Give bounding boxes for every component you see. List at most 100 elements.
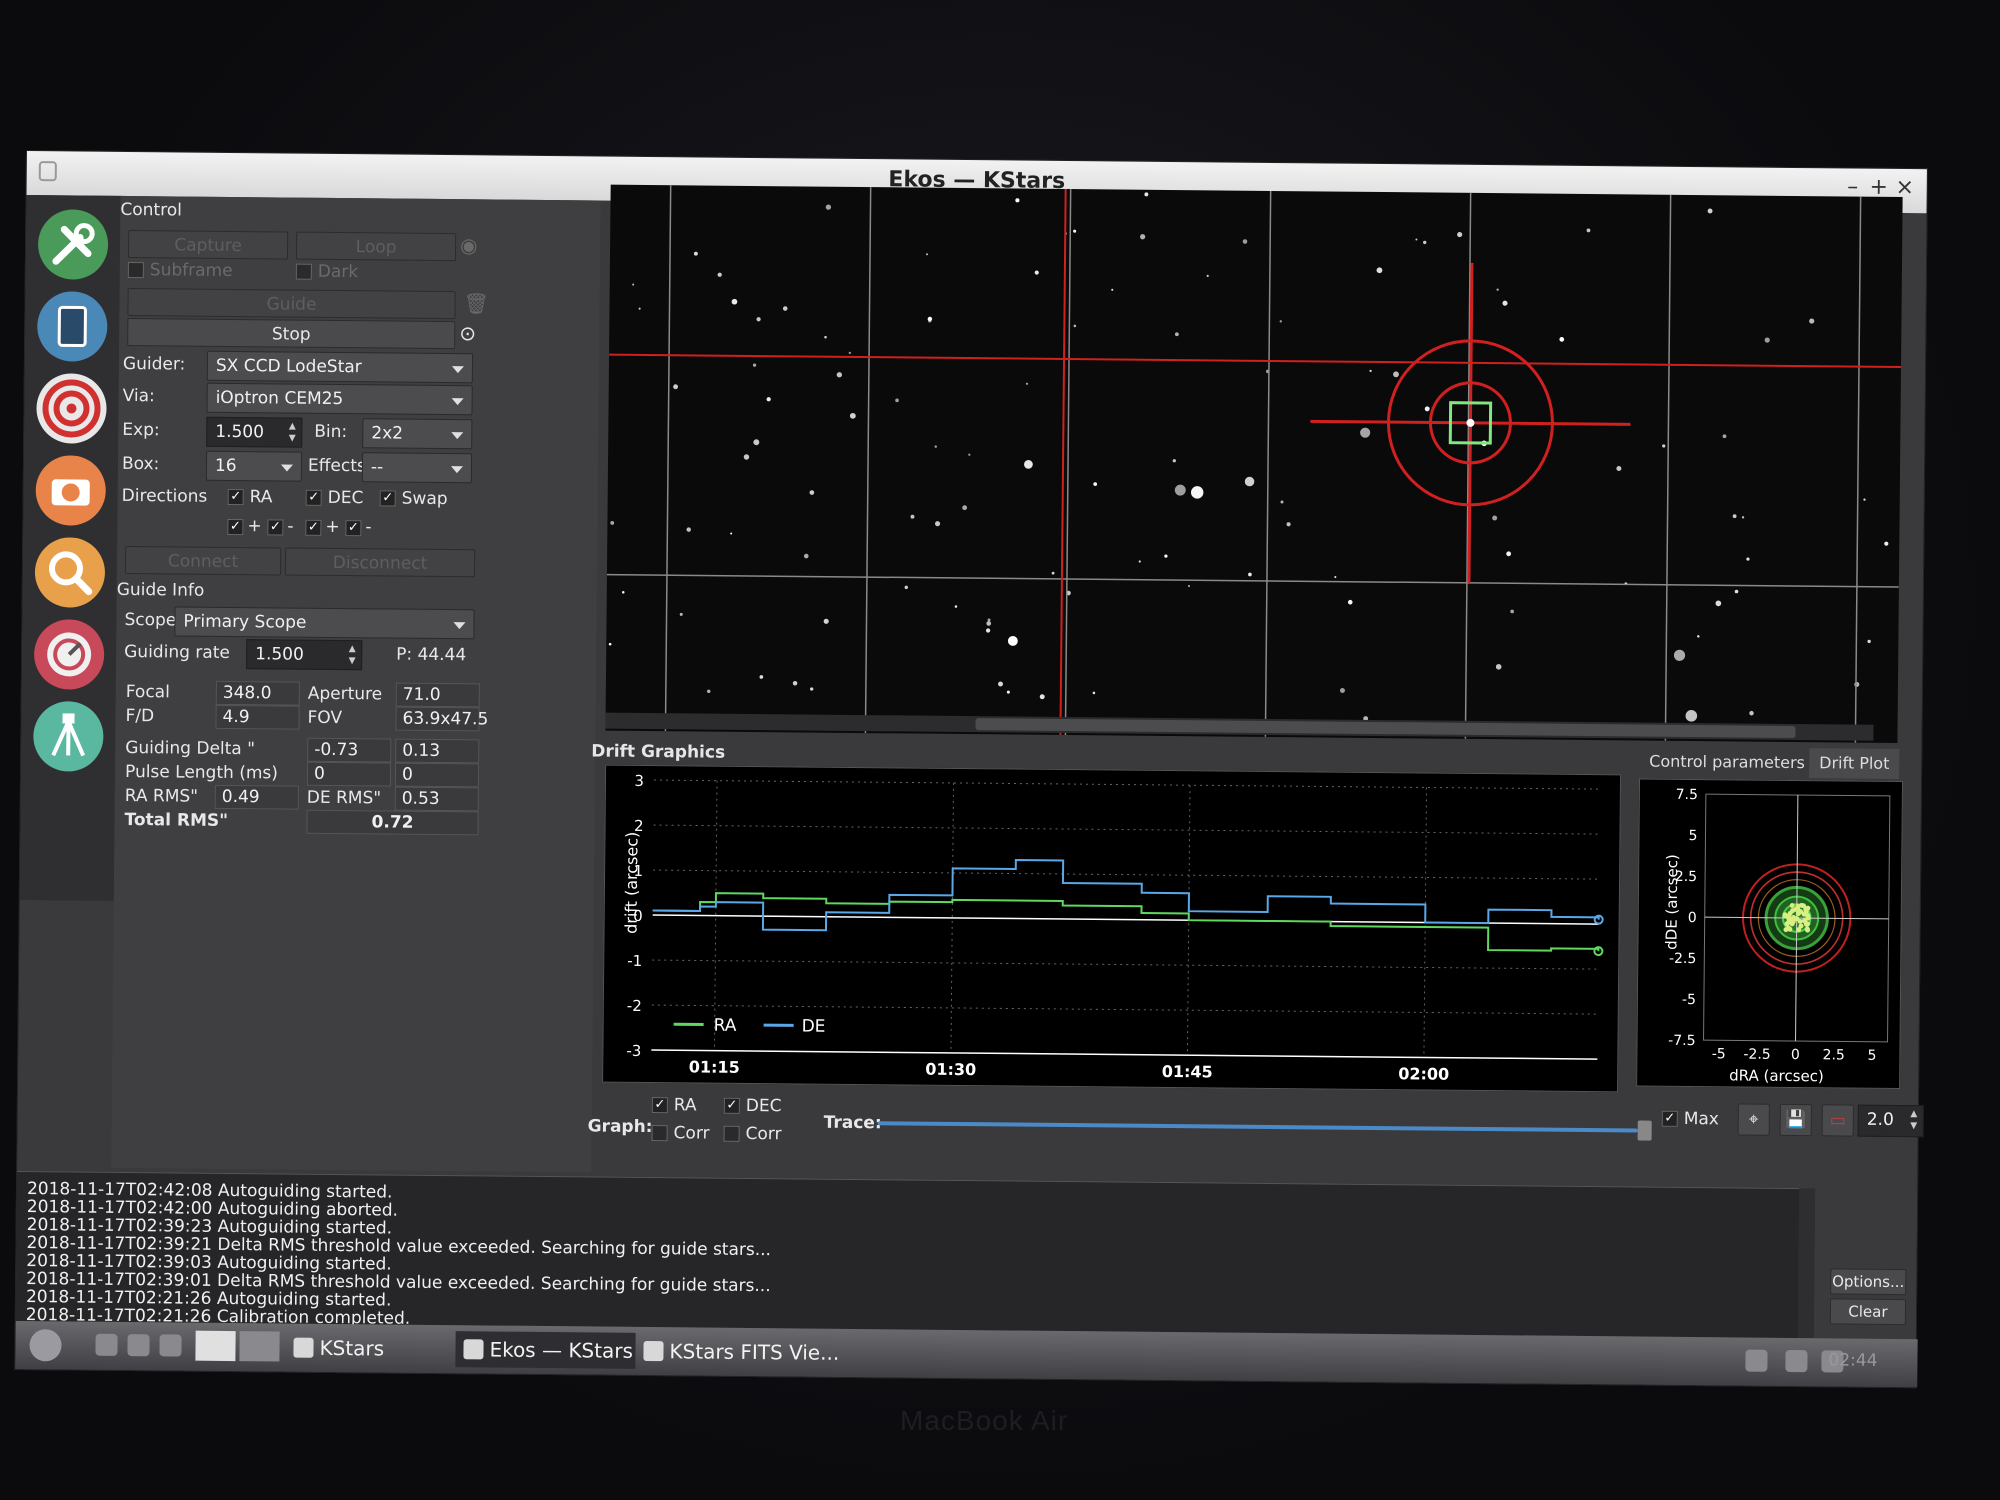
graph-ra-checkbox[interactable]: ✓ bbox=[651, 1097, 668, 1114]
guide-button[interactable]: Guide bbox=[127, 287, 456, 320]
guide-frame-view[interactable] bbox=[605, 184, 1903, 743]
eye-icon[interactable]: ◉ bbox=[460, 233, 478, 257]
scope-value: Primary Scope bbox=[183, 611, 307, 633]
autoscale-icon[interactable]: ⌖ bbox=[1737, 1103, 1770, 1136]
star bbox=[1039, 694, 1045, 700]
target-icon[interactable]: ⊙ bbox=[459, 321, 476, 345]
clear-graph-icon[interactable]: ▭ bbox=[1821, 1104, 1854, 1137]
save-icon[interactable]: 💾 bbox=[1779, 1103, 1812, 1137]
workspace-1-icon[interactable] bbox=[195, 1330, 236, 1362]
ra-direction-checkbox[interactable]: ✓ bbox=[227, 488, 244, 506]
spin-arrows-icon[interactable]: ▲ ▼ bbox=[285, 421, 299, 445]
trash-icon[interactable]: 🗑 bbox=[463, 291, 489, 315]
dec-minus-checkbox[interactable]: ✓ bbox=[345, 520, 362, 537]
network-icon[interactable] bbox=[1785, 1349, 1808, 1373]
loop-button[interactable]: Loop bbox=[295, 231, 457, 262]
start-menu-icon[interactable] bbox=[29, 1329, 62, 1362]
connect-button[interactable]: Connect bbox=[124, 545, 282, 576]
terminal-icon[interactable] bbox=[127, 1334, 150, 1357]
effects-select[interactable]: -- bbox=[361, 452, 473, 484]
via-select[interactable]: iOptron CEM25 bbox=[206, 382, 473, 416]
drift-ytick-label: -1 bbox=[627, 952, 642, 970]
focal-label: Focal bbox=[125, 681, 170, 703]
star bbox=[1144, 192, 1149, 197]
trace-slider-track[interactable] bbox=[877, 1121, 1638, 1133]
exposure-spinbox[interactable]: 1.500 ▲ ▼ bbox=[206, 416, 303, 448]
mount-module-icon[interactable] bbox=[31, 699, 106, 774]
star bbox=[759, 675, 764, 679]
drift-graph[interactable]: 3 2 1 0 -1 -2 -3 01:15 01:30 01:45 02:00 drift (ar… bbox=[602, 764, 1622, 1093]
drift-graphics-title: Drift Graphics bbox=[591, 741, 726, 763]
star bbox=[679, 612, 683, 616]
scheduler-module-icon[interactable] bbox=[35, 289, 110, 364]
swap-checkbox[interactable]: ✓ bbox=[379, 490, 396, 507]
setup-module-icon[interactable] bbox=[36, 207, 111, 282]
subframe-checkbox[interactable] bbox=[127, 261, 144, 279]
drift-grid-line bbox=[653, 824, 1600, 835]
file-manager-icon[interactable] bbox=[95, 1333, 118, 1356]
scatter-point bbox=[1789, 902, 1795, 908]
bin-select[interactable]: 2x2 bbox=[362, 418, 473, 450]
ra-minus-checkbox[interactable]: ✓ bbox=[267, 519, 284, 536]
graph-dec-corr-checkbox[interactable] bbox=[723, 1125, 740, 1142]
options-button[interactable]: Options... bbox=[1830, 1268, 1907, 1296]
scatter-ytick-label: 0 bbox=[1688, 910, 1697, 926]
scatter-point bbox=[1796, 927, 1802, 933]
task-ekos-label: Ekos — KStars bbox=[489, 1337, 634, 1363]
tab-drift-plot[interactable]: Drift Plot bbox=[1809, 748, 1900, 780]
star bbox=[810, 687, 814, 691]
spin-arrows-icon[interactable]: ▲ ▼ bbox=[1907, 1108, 1921, 1132]
scatter-xtick-label: 5 bbox=[1868, 1048, 1877, 1064]
graph-dec-checkbox[interactable]: ✓ bbox=[723, 1097, 740, 1114]
star bbox=[707, 689, 711, 694]
disconnect-button[interactable]: Disconnect bbox=[284, 547, 476, 578]
graph-ra-corr-label: Corr bbox=[673, 1123, 710, 1144]
graph-ra-corr-checkbox[interactable] bbox=[651, 1125, 668, 1142]
clear-button[interactable]: Clear bbox=[1829, 1298, 1907, 1326]
star bbox=[1164, 554, 1168, 558]
scope-select[interactable]: Primary Scope bbox=[174, 606, 475, 640]
box-select[interactable]: 16 bbox=[205, 450, 303, 482]
scatter-point bbox=[1801, 903, 1807, 909]
star bbox=[1764, 337, 1770, 343]
star bbox=[753, 439, 760, 446]
capture-button[interactable]: Capture bbox=[127, 229, 289, 260]
p-value: P: 44.44 bbox=[396, 644, 467, 666]
capture-module-icon[interactable] bbox=[33, 453, 108, 528]
task-kstars[interactable]: KStars bbox=[285, 1330, 455, 1368]
align-module-icon[interactable] bbox=[33, 535, 108, 610]
guide-module-icon[interactable] bbox=[32, 617, 107, 692]
star bbox=[1347, 599, 1353, 605]
battery-icon[interactable] bbox=[1745, 1349, 1768, 1372]
guider-select[interactable]: SX CCD LodeStar bbox=[206, 350, 474, 384]
workspace-2-icon[interactable] bbox=[239, 1331, 280, 1362]
spin-arrows-icon[interactable]: ▲ ▼ bbox=[345, 643, 359, 667]
task-ekos[interactable]: Ekos — KStars bbox=[455, 1331, 636, 1369]
dec-direction-checkbox[interactable]: ✓ bbox=[305, 489, 322, 506]
dec-plus-label: + bbox=[325, 516, 340, 538]
fov-label: FOV bbox=[307, 707, 343, 729]
log-scrollbar[interactable] bbox=[1797, 1188, 1816, 1339]
star bbox=[1051, 571, 1055, 575]
stop-button[interactable]: Stop bbox=[127, 317, 456, 350]
dec-plus-checkbox[interactable]: ✓ bbox=[305, 519, 322, 536]
desktop-icon[interactable] bbox=[159, 1334, 182, 1357]
total-rms-value: 0.72 bbox=[306, 809, 479, 836]
star bbox=[968, 453, 971, 456]
dark-checkbox[interactable] bbox=[295, 263, 312, 280]
star bbox=[1673, 649, 1686, 661]
max-checkbox[interactable]: ✓ bbox=[1661, 1110, 1678, 1127]
drift-scatter-plot[interactable]: 7.5 5 2.5 0 -2.5 -5 -7.5 -5 -2.5 0 2.5 5 dDE (arcse… bbox=[1636, 778, 1904, 1090]
tab-control-parameters[interactable]: Control parameters bbox=[1639, 747, 1815, 779]
guiding-rate-spinbox[interactable]: 1.500 ▲ ▼ bbox=[246, 639, 363, 671]
focus-module-icon[interactable] bbox=[34, 371, 109, 446]
zoom-spinbox[interactable]: 2.0 ▲ ▼ bbox=[1857, 1104, 1924, 1138]
ra-plus-checkbox[interactable]: ✓ bbox=[227, 518, 244, 536]
task-fits-viewer[interactable]: KStars FITS Vie... bbox=[635, 1333, 839, 1371]
star bbox=[1280, 500, 1284, 504]
trace-slider-handle[interactable] bbox=[1637, 1120, 1652, 1141]
drift-grid-line bbox=[651, 1004, 1598, 1015]
log-panel[interactable]: 2018-11-17T02:42:08 Autoguiding started.… bbox=[15, 1170, 1816, 1339]
chevron-down-icon bbox=[451, 432, 464, 440]
star bbox=[1685, 710, 1698, 722]
